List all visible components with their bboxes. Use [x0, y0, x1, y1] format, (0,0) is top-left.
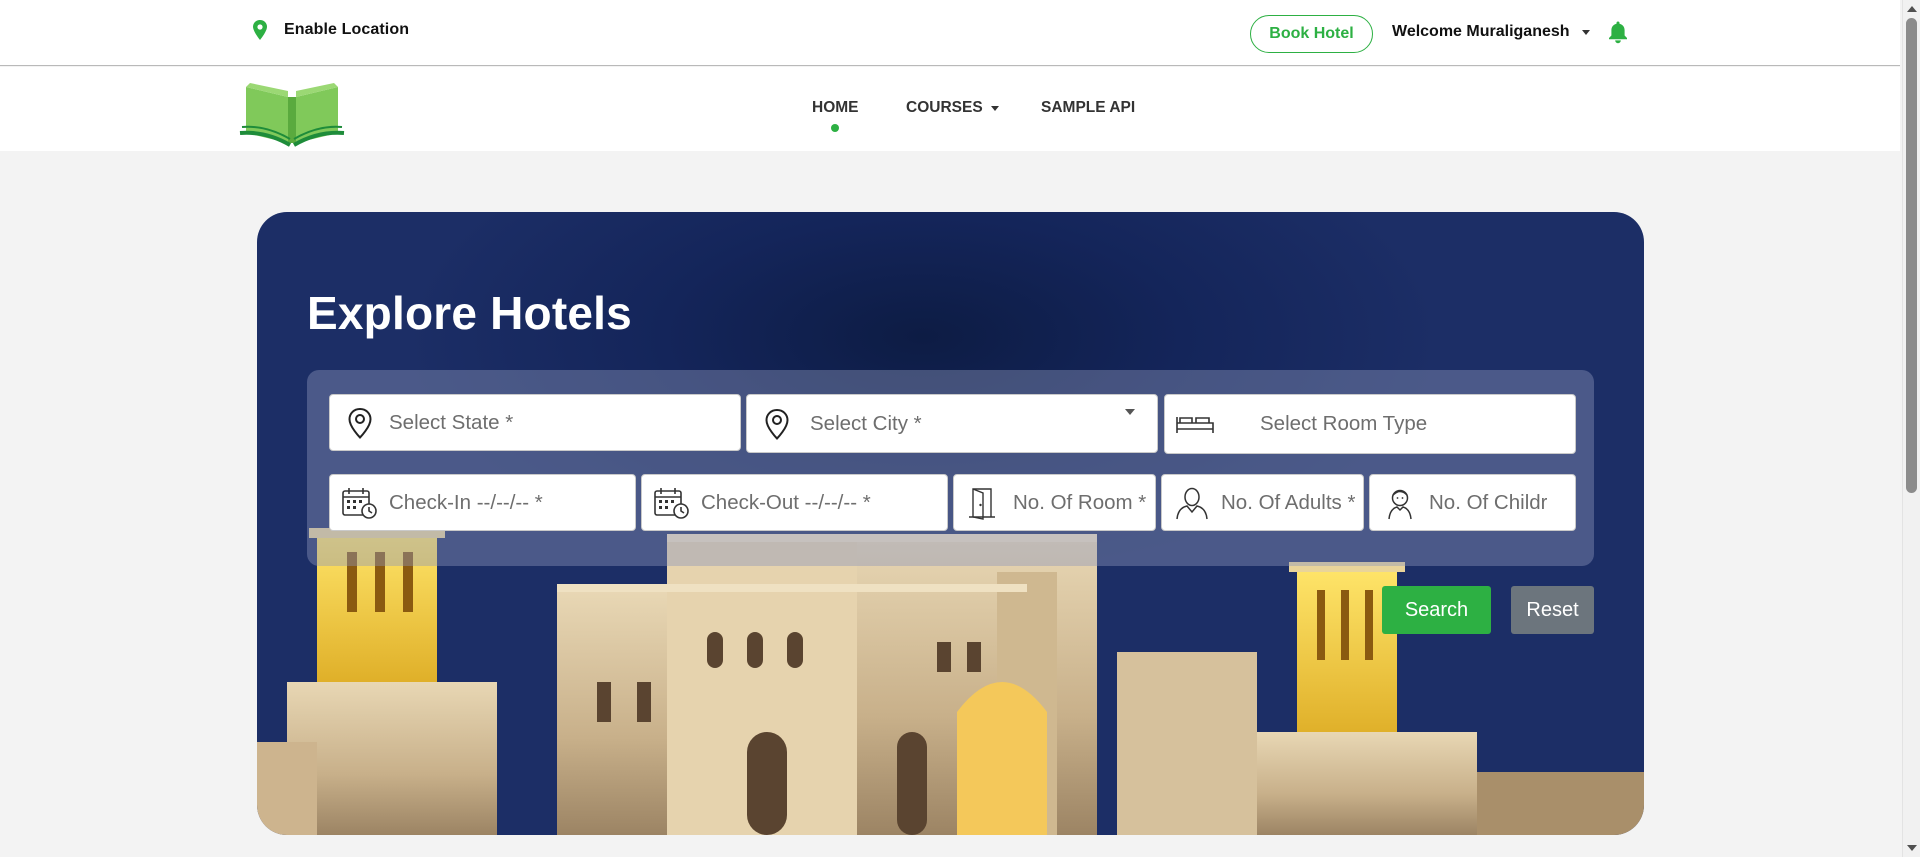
adult-person-icon	[1176, 487, 1208, 519]
number-of-rooms-field[interactable]: No. Of Room *	[953, 474, 1156, 531]
check-out-date-field[interactable]: Check-Out --/--/-- *	[641, 474, 948, 531]
door-icon	[969, 487, 995, 520]
check-in-date-field[interactable]: Check-In --/--/-- *	[329, 474, 636, 531]
bell-icon[interactable]	[1607, 20, 1629, 44]
nav-item-home[interactable]: HOME	[812, 99, 859, 117]
book-hotel-button[interactable]: Book Hotel	[1250, 15, 1373, 53]
active-indicator-dot	[831, 124, 839, 132]
adults-placeholder: No. Of Adults *	[1221, 490, 1356, 514]
reset-button[interactable]: Reset	[1511, 586, 1594, 634]
scroll-down-arrow-icon[interactable]	[1907, 845, 1917, 851]
dropdown-caret-icon	[1125, 409, 1135, 415]
chevron-down-icon	[1581, 29, 1590, 35]
scrollbar-thumb[interactable]	[1906, 18, 1917, 493]
number-of-adults-field[interactable]: No. Of Adults *	[1161, 474, 1364, 531]
enable-location-label: Enable Location	[284, 21, 410, 38]
chevron-down-icon	[990, 105, 999, 111]
enable-location-link[interactable]: Enable Location	[252, 20, 409, 40]
nav-item-courses-label: COURSES	[906, 99, 983, 116]
search-button[interactable]: Search	[1382, 586, 1491, 634]
map-pin-icon	[348, 407, 372, 439]
city-select-placeholder: Select City *	[810, 411, 922, 435]
room-type-select[interactable]: Select Room Type	[1164, 394, 1576, 454]
nav-item-sample-api[interactable]: SAMPLE API	[1041, 99, 1135, 117]
calendar-clock-icon	[342, 487, 377, 519]
rooms-placeholder: No. Of Room *	[1013, 490, 1147, 514]
search-form-panel: Select State * Select City * Select Room…	[307, 370, 1594, 566]
hero-section: Explore Hotels Select State * Select Cit…	[257, 212, 1644, 835]
location-pin-icon	[253, 20, 267, 40]
calendar-clock-icon	[654, 487, 689, 519]
main-navbar: HOME COURSES SAMPLE API	[0, 67, 1900, 151]
map-pin-icon	[765, 408, 789, 440]
number-of-children-field[interactable]: No. Of Childr	[1369, 474, 1576, 531]
nav-menu: HOME COURSES SAMPLE API	[0, 67, 1900, 151]
page-scrollbar[interactable]	[1902, 0, 1920, 857]
state-select[interactable]: Select State *	[329, 394, 741, 451]
nav-item-courses[interactable]: COURSES	[906, 99, 999, 117]
check-out-placeholder: Check-Out --/--/-- *	[701, 490, 871, 514]
scroll-up-arrow-icon[interactable]	[1907, 6, 1917, 12]
welcome-label: Welcome Muraliganesh	[1392, 23, 1570, 40]
user-menu[interactable]: Welcome Muraliganesh	[1392, 23, 1590, 41]
children-placeholder: No. Of Childr	[1429, 490, 1548, 514]
check-in-placeholder: Check-In --/--/-- *	[389, 490, 543, 514]
state-select-placeholder: Select State *	[389, 410, 514, 434]
room-type-placeholder: Select Room Type	[1260, 412, 1428, 435]
bed-icon	[1176, 417, 1214, 433]
top-bar: Enable Location Book Hotel Welcome Mural…	[0, 0, 1900, 66]
page-title: Explore Hotels	[307, 287, 632, 339]
city-select[interactable]: Select City *	[746, 394, 1158, 453]
child-person-icon	[1388, 489, 1412, 519]
